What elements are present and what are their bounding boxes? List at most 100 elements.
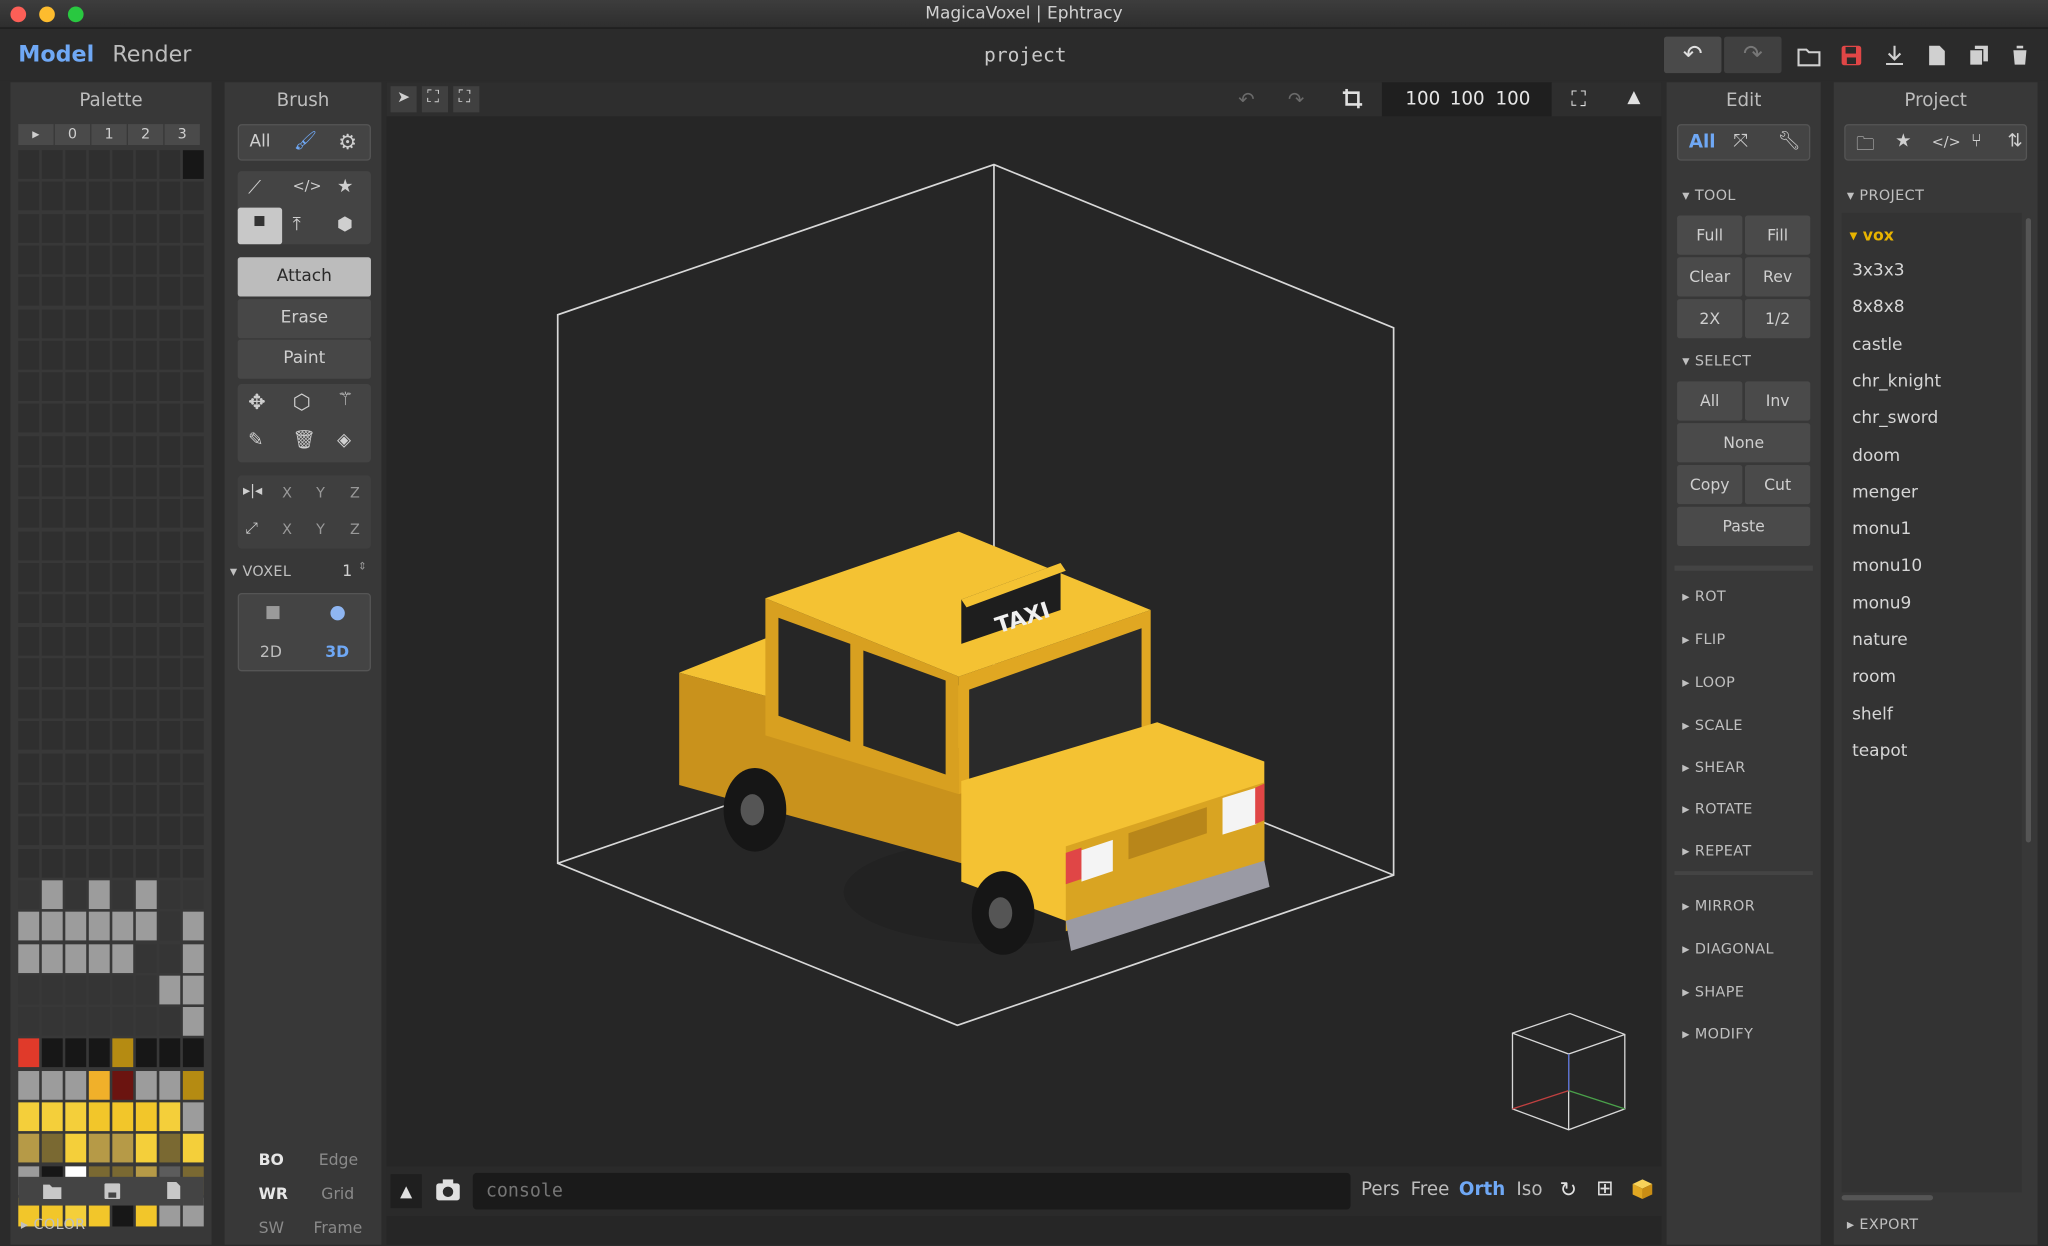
palette-swatch[interactable] (88, 1038, 110, 1068)
palette-swatch[interactable] (159, 372, 181, 402)
palette-swatch[interactable] (182, 721, 204, 751)
palette-swatch[interactable] (135, 245, 157, 275)
attach-button[interactable]: Attach (237, 257, 371, 297)
palette-swatch[interactable] (65, 245, 87, 275)
project-list-hscrollbar[interactable] (1841, 1195, 1934, 1201)
palette-swatch[interactable] (65, 562, 87, 592)
palette-swatch[interactable] (159, 911, 181, 941)
palette-swatch[interactable] (182, 213, 204, 243)
full-button[interactable]: Full (1677, 215, 1743, 255)
palette-swatch[interactable] (112, 1102, 134, 1132)
rev-button[interactable]: Rev (1744, 257, 1811, 297)
camera-screenshot-icon[interactable] (435, 1178, 461, 1202)
maximize-window-button[interactable] (67, 6, 84, 23)
palette-swatch[interactable] (18, 435, 40, 465)
palette-swatch[interactable] (18, 340, 40, 370)
palette-swatch[interactable] (135, 1007, 157, 1036)
face-brush-icon[interactable]: ⤒ (293, 214, 301, 235)
palette-swatch[interactable] (18, 911, 40, 941)
palette-swatch[interactable] (65, 943, 87, 973)
close-window-button[interactable] (10, 6, 27, 23)
axis-scale-icon[interactable]: ⤢ (246, 519, 259, 539)
palette-swatch[interactable] (182, 626, 204, 656)
palette-swatch[interactable] (65, 1134, 87, 1163)
palette-swatch[interactable] (135, 594, 157, 624)
palette-swatch[interactable] (18, 150, 40, 179)
palette-swatch[interactable] (112, 531, 134, 560)
palette-tab-4[interactable]: 3 (164, 124, 200, 145)
star-brush-icon[interactable]: ★ (337, 176, 353, 197)
edit-section-scale[interactable]: ▸ SCALE (1682, 717, 1743, 734)
palette-swatch[interactable] (135, 626, 157, 656)
palette-swatch[interactable] (159, 975, 181, 1005)
project-item[interactable]: menger (1852, 483, 1918, 503)
palette-swatch[interactable] (65, 689, 87, 719)
palette-swatch[interactable] (65, 848, 87, 878)
palette-swatch[interactable] (65, 880, 87, 909)
palette-swatch[interactable] (88, 1070, 110, 1100)
palette-swatch[interactable] (135, 435, 157, 465)
palette-swatch[interactable] (112, 562, 134, 592)
edit-all-button[interactable]: All (1689, 132, 1716, 153)
palette-swatch[interactable] (65, 658, 87, 687)
palette-swatch[interactable] (65, 372, 87, 402)
palette-swatch[interactable] (65, 975, 87, 1005)
layout-view-icon[interactable]: ⊞ (1596, 1176, 1614, 1201)
invert-selection-button[interactable]: Inv (1744, 381, 1811, 421)
palette-swatch[interactable] (65, 1070, 87, 1100)
palette-swatch[interactable] (88, 340, 110, 370)
palette-swatch[interactable] (41, 943, 63, 973)
palette-swatch[interactable] (41, 721, 63, 751)
palette-swatch[interactable] (182, 277, 204, 306)
axis-y-toggle[interactable]: Y (316, 521, 325, 538)
copy-button[interactable]: Copy (1677, 464, 1743, 505)
palette-swatch[interactable] (112, 848, 134, 878)
palette-swatch[interactable] (182, 784, 204, 814)
palette-swatch[interactable] (135, 848, 157, 878)
palette-swatch[interactable] (159, 848, 181, 878)
paint-button[interactable]: Paint (237, 339, 371, 379)
undo-button[interactable]: ↶ (1663, 36, 1722, 74)
palette-swatch[interactable] (41, 658, 63, 687)
palette-swatch[interactable] (112, 1007, 134, 1036)
project-item[interactable]: 8x8x8 (1852, 298, 1905, 318)
voxel-stepper-icon[interactable]: ⇕ (358, 560, 367, 572)
palette-swatch[interactable] (88, 911, 110, 941)
palette-swatch[interactable] (159, 150, 181, 179)
project-section-toggle[interactable]: ▾ PROJECT (1847, 187, 1924, 204)
palette-swatch[interactable] (18, 816, 40, 846)
palette-swatch[interactable] (88, 943, 110, 973)
palette-swatch[interactable] (41, 848, 63, 878)
palette-swatch[interactable] (182, 911, 204, 941)
palette-swatch[interactable] (88, 1102, 110, 1132)
voxel-cube-icon[interactable] (1631, 1178, 1653, 1200)
favorite-star-icon[interactable]: ★ (1895, 131, 1911, 152)
palette-swatch[interactable] (88, 213, 110, 243)
palette-swatch[interactable] (135, 1038, 157, 1068)
palette-swatch[interactable] (65, 721, 87, 751)
palette-swatch[interactable] (182, 975, 204, 1005)
palette-swatch[interactable] (41, 975, 63, 1005)
palette-swatch[interactable] (41, 753, 63, 782)
palette-swatch[interactable] (41, 1134, 63, 1163)
palette-swatch[interactable] (135, 1102, 157, 1132)
palette-swatch[interactable] (159, 658, 181, 687)
expand-arrows-icon[interactable]: ⤧ (1733, 131, 1748, 152)
sort-icon[interactable]: ⇅ (2008, 131, 2023, 152)
tab-render[interactable]: Render (112, 42, 191, 68)
project-item[interactable]: chr_knight (1852, 372, 1941, 392)
palette-swatch[interactable] (182, 245, 204, 275)
palette-swatch[interactable] (135, 181, 157, 211)
palette-swatch[interactable] (65, 531, 87, 560)
palette-swatch[interactable] (65, 1102, 87, 1132)
palette-swatch[interactable] (182, 1007, 204, 1036)
palette-tab-3[interactable]: 2 (127, 124, 164, 145)
palette-swatch[interactable] (65, 181, 87, 211)
edit-section-shape[interactable]: ▸ SHAPE (1682, 984, 1744, 1001)
duplicate-file-icon[interactable] (1968, 44, 1990, 66)
half-size-button[interactable]: 1/2 (1744, 299, 1811, 339)
palette-swatch[interactable] (182, 1134, 204, 1163)
palette-swatch[interactable] (41, 404, 63, 433)
palette-swatch[interactable] (159, 1007, 181, 1036)
palette-swatch[interactable] (41, 594, 63, 624)
